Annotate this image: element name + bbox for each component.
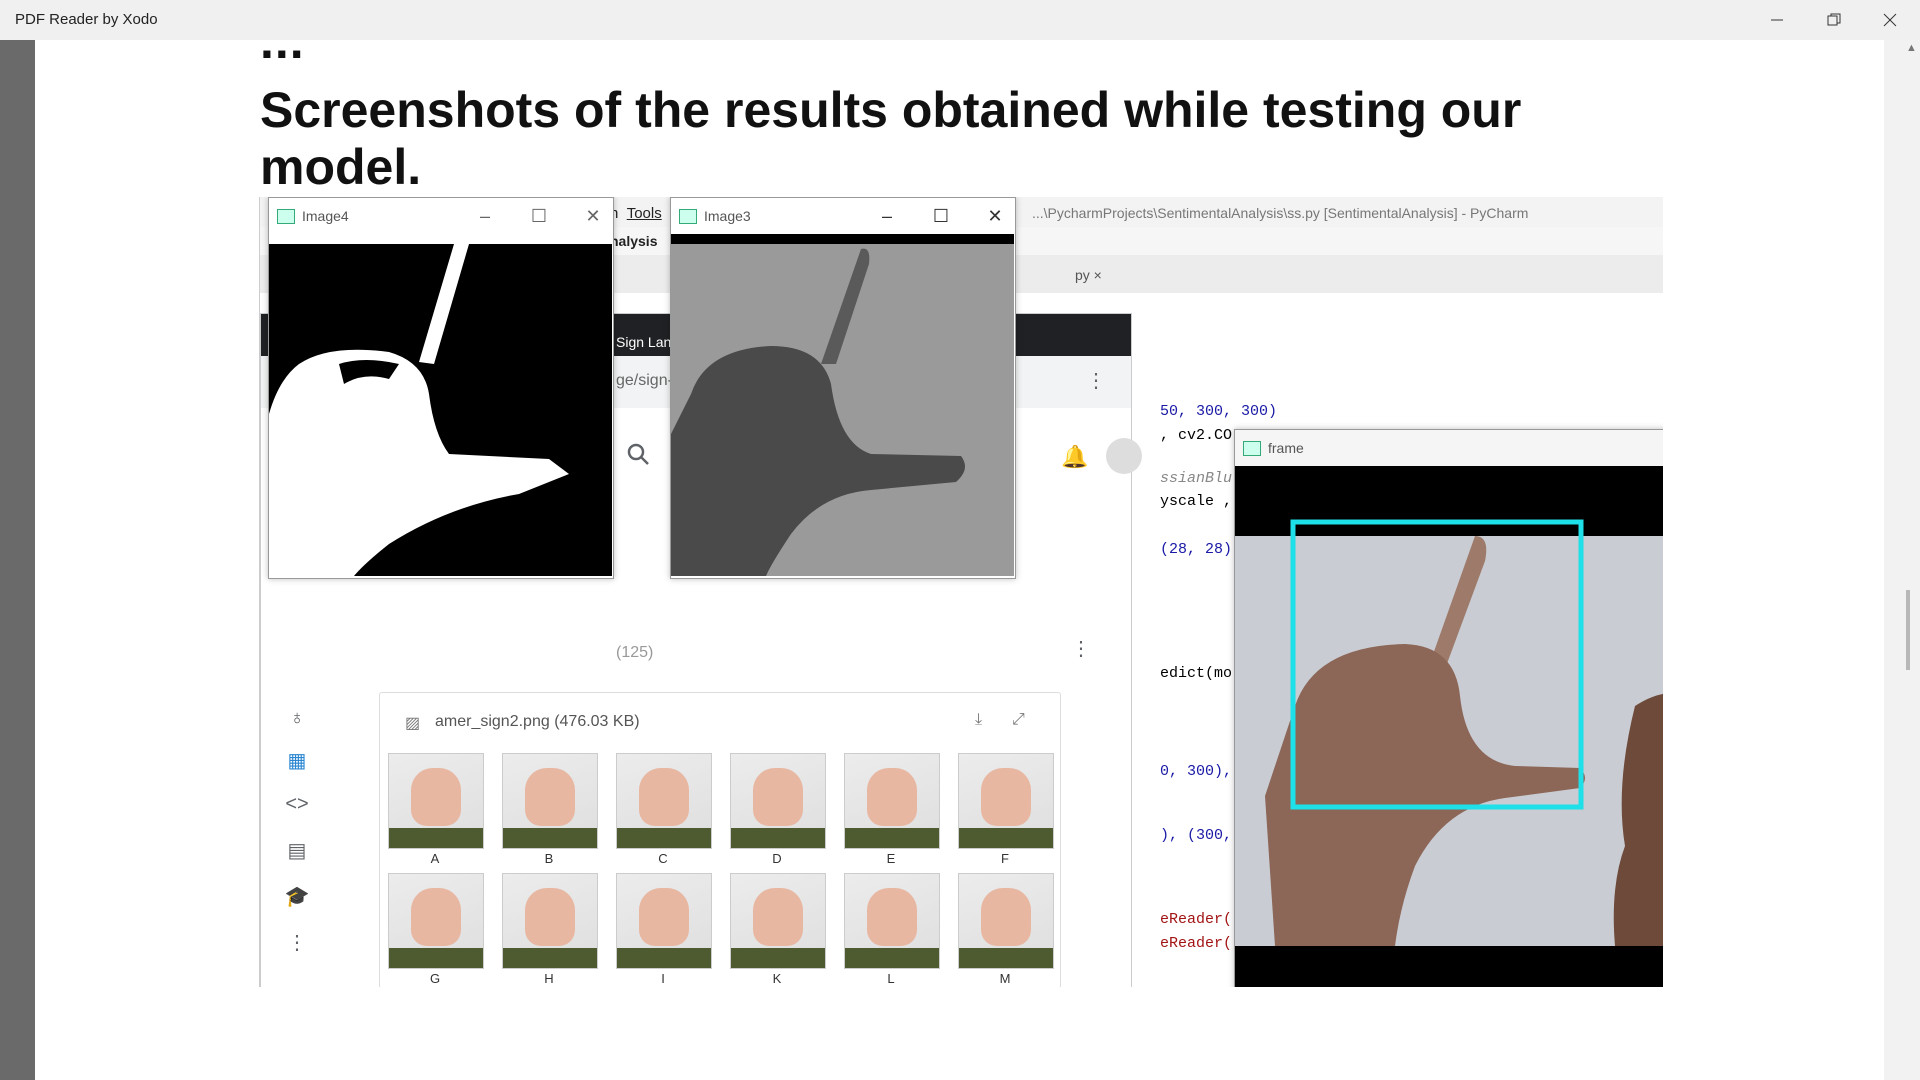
sign-image-tile: [616, 753, 712, 849]
side-toolbar: ♁ ▦ <> ▤ 🎓 ⋮: [261, 707, 336, 987]
sign-letter-label: M: [999, 971, 1011, 986]
app-titlebar: PDF Reader by Xodo: [0, 0, 1920, 40]
window-app-icon: [1243, 441, 1261, 456]
minimize-icon: [1771, 19, 1783, 21]
sign-letter-label: G: [429, 971, 441, 986]
comment-icon[interactable]: ▤: [283, 836, 311, 864]
pycharm-file-tab: py ×: [1075, 267, 1102, 283]
sign-image-tile: [388, 753, 484, 849]
image-file-icon: ▨: [405, 715, 421, 732]
sign-image-tile: [502, 753, 598, 849]
expand-icon[interactable]: ⤢: [1012, 711, 1025, 729]
item-count: (125): [616, 644, 654, 661]
file-preview-panel: ▨ amer_sign2.png (476.03 KB) ⤓ ⤢ A B C D E F G…: [379, 692, 1061, 987]
sign-letter-label: I: [661, 971, 665, 986]
bell-icon[interactable]: 🔔: [1061, 444, 1088, 470]
window-app-icon: [277, 209, 295, 224]
sign-letter-label: C: [658, 851, 668, 866]
window-app-icon: [679, 209, 697, 224]
code-line: edict(mo: [1160, 665, 1233, 682]
code-line: ssianBlu: [1160, 470, 1233, 487]
image3-titlebar: Image3 – ☐ ✕: [671, 198, 1015, 234]
more-icon[interactable]: ⋮: [1086, 368, 1106, 393]
sign-image-tile: [388, 873, 484, 969]
frame-titlebar: frame: [1235, 430, 1663, 466]
close-button[interactable]: [1862, 0, 1918, 40]
scroll-thumb[interactable]: [1906, 590, 1910, 670]
minimize-button[interactable]: [1749, 0, 1805, 40]
grayscale-hand-image: [671, 234, 1014, 576]
image3-title: Image3: [704, 208, 751, 224]
sign-letter-label: E: [886, 851, 896, 866]
code-line: 50, 300, 300): [1160, 403, 1278, 420]
scroll-up-icon[interactable]: ▲: [1906, 42, 1917, 54]
pycharm-menu: n Tools: [610, 205, 662, 222]
code-line: (28, 28): [1160, 541, 1233, 558]
maximize-icon[interactable]: ☐: [921, 203, 961, 229]
code-line: ), (300,: [1160, 827, 1233, 844]
sign-image-tile: [502, 873, 598, 969]
code-line: yscale ,: [1160, 493, 1233, 510]
sign-image-tile: [730, 753, 826, 849]
pycharm-breadcrumb: nalysis: [610, 233, 658, 249]
table-icon[interactable]: ▦: [283, 746, 311, 774]
code-line: eReader(: [1160, 911, 1233, 928]
sign-image-tile: [616, 873, 712, 969]
app-title: PDF Reader by Xodo: [15, 11, 158, 28]
page-heading: Screenshots of the results obtained whil…: [260, 82, 1522, 195]
download-icon[interactable]: ⤓: [975, 711, 982, 729]
sign-image-tile: [958, 873, 1054, 969]
pdf-page: ... Screenshots of the results obtained …: [35, 40, 1884, 1080]
image4-window: Image4 – ☐ ✕: [268, 197, 614, 579]
frame-title: frame: [1268, 440, 1304, 456]
code-icon[interactable]: <>: [283, 790, 311, 818]
binary-mask-image: [269, 244, 612, 576]
restore-icon: [1827, 13, 1841, 26]
image4-title: Image4: [302, 208, 349, 224]
browser-address-bar[interactable]: ge/sign-: [616, 372, 673, 390]
more-vertical-icon[interactable]: ⋮: [283, 928, 311, 956]
code-line: 0, 300),: [1160, 763, 1233, 780]
sign-image-tile: [958, 753, 1054, 849]
restore-button[interactable]: [1806, 0, 1862, 40]
sign-letter-label: H: [544, 971, 554, 986]
sign-letter-label: B: [544, 851, 554, 866]
close-icon[interactable]: ✕: [573, 203, 613, 229]
school-icon[interactable]: 🎓: [283, 882, 311, 910]
minimize-icon[interactable]: –: [867, 203, 907, 229]
avatar[interactable]: [1106, 438, 1142, 474]
search-icon: [627, 443, 649, 465]
sign-letter-label: F: [1001, 851, 1009, 866]
code-line: , cv2.CO: [1160, 427, 1233, 444]
frame-window: frame: [1234, 429, 1663, 987]
trophy-icon[interactable]: ♁: [283, 704, 311, 732]
embedded-screenshot: ...\PycharmProjects\SentimentalAnalysis\…: [259, 197, 1663, 987]
sign-letter-label: A: [430, 851, 440, 866]
image4-titlebar: Image4 – ☐ ✕: [269, 198, 613, 234]
pycharm-menu-tools: Tools: [626, 205, 662, 222]
vertical-scrollbar[interactable]: ▲: [1884, 40, 1920, 1080]
maximize-icon[interactable]: ☐: [519, 203, 559, 229]
close-icon[interactable]: ✕: [975, 203, 1015, 229]
sign-letter-label: L: [887, 971, 895, 986]
minimize-icon[interactable]: –: [465, 203, 505, 229]
close-icon: [1883, 13, 1897, 27]
image3-window: Image3 – ☐ ✕: [670, 197, 1016, 579]
cut-off-heading: ...: [260, 40, 305, 69]
pycharm-file-tab-label: py: [1075, 267, 1090, 283]
sign-image-tile: [730, 873, 826, 969]
file-name: amer_sign2.png (476.03 KB): [435, 713, 640, 730]
kebab-menu-icon[interactable]: ⋮: [1071, 636, 1091, 661]
sign-image-tile: [844, 753, 940, 849]
sign-letter-label: D: [772, 851, 782, 866]
sign-letter-label: K: [772, 971, 782, 986]
pycharm-title: ...\PycharmProjects\SentimentalAnalysis\…: [1032, 205, 1529, 221]
code-line: eReader(: [1160, 935, 1233, 952]
webcam-frame-image: [1235, 466, 1663, 987]
sign-image-tile: [844, 873, 940, 969]
